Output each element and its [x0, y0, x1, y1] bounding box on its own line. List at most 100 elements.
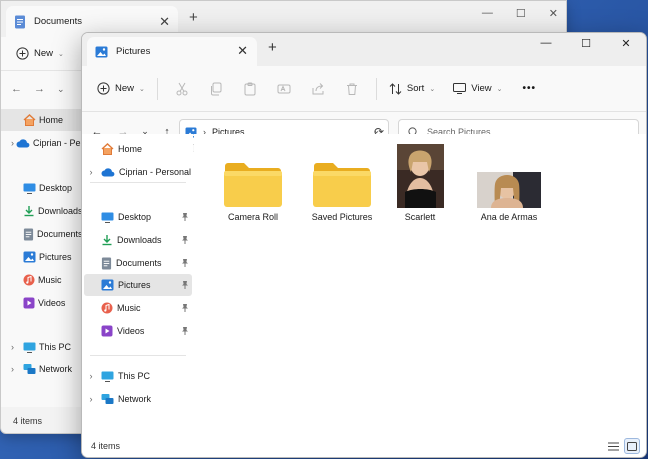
- explorer-window[interactable]: Pictures ✕ + — ☐ ✕ New ⌄ Sort ⌄ View ⌄ •…: [81, 32, 647, 458]
- expand-chevron-icon[interactable]: ›: [11, 138, 14, 148]
- more-options-icon: •••: [522, 83, 537, 94]
- share-icon[interactable]: [301, 75, 335, 103]
- sort-icon: [389, 82, 402, 95]
- image-thumbnail: [396, 144, 444, 208]
- nav-item-label: Music: [38, 275, 62, 285]
- new-button-label: New: [34, 48, 54, 59]
- nav-item-label: Videos: [38, 298, 66, 308]
- maximize-icon[interactable]: ☐: [566, 33, 606, 53]
- nav-item-label: Downloads: [38, 206, 83, 216]
- nav-item-home[interactable]: Home: [1, 109, 83, 131]
- nav-item-network[interactable]: › Network: [1, 358, 83, 380]
- nav-item-videos[interactable]: Videos: [84, 320, 192, 342]
- view-button[interactable]: View ⌄: [448, 75, 507, 103]
- nav-item-label: Network: [118, 394, 152, 404]
- nav-item-desktop[interactable]: Desktop: [1, 177, 83, 199]
- nav-item-label: This PC: [39, 342, 72, 352]
- pin-icon: [181, 235, 189, 246]
- expand-chevron-icon[interactable]: ›: [84, 394, 98, 404]
- nav-item-label: Music: [117, 303, 141, 313]
- chevron-down-icon: ⌄: [496, 85, 503, 93]
- tab-title: Pictures: [116, 46, 151, 57]
- videos-icon: [101, 325, 113, 337]
- nav-item-label: Pictures: [118, 280, 151, 290]
- window-controls: — ☐ ✕: [482, 7, 558, 20]
- nav-item-label: Desktop: [118, 212, 152, 222]
- paste-icon[interactable]: [233, 75, 267, 103]
- recent-chevron-icon[interactable]: ⌄: [57, 84, 65, 95]
- delete-icon[interactable]: [335, 75, 369, 103]
- minimize-icon[interactable]: —: [482, 7, 493, 20]
- nav-item-desktop[interactable]: Desktop: [84, 206, 192, 228]
- nav-item-videos[interactable]: Videos: [1, 292, 83, 314]
- back-arrow-icon[interactable]: ←: [11, 83, 22, 95]
- close-tab-icon[interactable]: ✕: [237, 44, 248, 57]
- nav-item-label: Home: [39, 115, 64, 125]
- file-name: Saved Pictures: [311, 212, 373, 222]
- new-tab-icon[interactable]: +: [189, 9, 198, 26]
- cut-icon[interactable]: [165, 75, 199, 103]
- nav-item-label: Downloads: [117, 235, 162, 245]
- minimize-icon[interactable]: —: [526, 33, 566, 53]
- network-icon: [101, 393, 114, 405]
- nav-item-label: Videos: [117, 326, 145, 336]
- see-more-button[interactable]: •••: [518, 75, 542, 103]
- this-pc-icon: [101, 371, 114, 382]
- chevron-down-icon: ⌄: [429, 85, 436, 93]
- nav-item-this-pc[interactable]: › This PC: [1, 336, 83, 358]
- image-file-item[interactable]: Scarlett: [378, 144, 462, 222]
- expand-chevron-icon[interactable]: ›: [84, 371, 98, 381]
- rename-icon[interactable]: [267, 75, 301, 103]
- folder-icon: [312, 144, 372, 208]
- nav-item-music[interactable]: Music: [1, 269, 83, 291]
- status-bar: 4 items: [82, 435, 646, 457]
- expand-chevron-icon[interactable]: ›: [84, 167, 98, 177]
- image-file-item[interactable]: Ana de Armas: [467, 144, 551, 222]
- nav-item-downloads[interactable]: Downloads: [84, 229, 192, 251]
- tab-pictures[interactable]: Pictures ✕: [87, 37, 257, 66]
- window-controls: — ☐ ✕: [526, 33, 646, 53]
- nav-item-ciprian-personal[interactable]: › Ciprian - Personal: [84, 161, 192, 183]
- pin-icon: [181, 212, 189, 223]
- pin-icon: [181, 303, 189, 314]
- details-view-icon[interactable]: [605, 438, 621, 454]
- sort-button[interactable]: Sort ⌄: [384, 75, 440, 103]
- file-list: Camera Roll Saved Pictures Scarlett Ana de …: [194, 134, 646, 437]
- close-tab-icon[interactable]: ✕: [159, 14, 170, 30]
- music-icon: [101, 302, 113, 314]
- maximize-icon[interactable]: ☐: [516, 7, 526, 20]
- nav-item-music[interactable]: Music: [84, 297, 192, 319]
- forward-arrow-icon[interactable]: →: [34, 83, 45, 95]
- folder-item[interactable]: Camera Roll: [211, 144, 295, 222]
- nav-item-network[interactable]: › Network: [84, 388, 192, 410]
- close-icon[interactable]: ✕: [549, 7, 558, 20]
- copy-icon[interactable]: [199, 75, 233, 103]
- status-item-count: 4 items: [91, 441, 121, 451]
- nav-item-home[interactable]: Home: [84, 138, 192, 160]
- sort-button-label: Sort: [406, 83, 425, 94]
- nav-item-label: Network: [39, 364, 73, 374]
- nav-item-downloads[interactable]: Downloads: [1, 200, 83, 222]
- view-button-label: View: [471, 83, 492, 94]
- expand-chevron-icon[interactable]: ›: [11, 364, 21, 374]
- view-icon: [453, 83, 467, 94]
- nav-item-ciprian-personal[interactable]: › Ciprian - Personal: [1, 132, 105, 154]
- large-icons-view-icon[interactable]: [624, 438, 640, 454]
- toolbar-divider: [375, 77, 377, 100]
- nav-item-this-pc[interactable]: › This PC: [84, 365, 192, 387]
- nav-item-pictures[interactable]: Pictures: [1, 246, 83, 268]
- new-button[interactable]: New ⌄: [16, 47, 64, 60]
- new-button[interactable]: New ⌄: [92, 75, 150, 103]
- nav-item-documents[interactable]: Documents: [1, 223, 83, 245]
- nav-item-documents[interactable]: Documents: [84, 252, 192, 274]
- expand-chevron-icon[interactable]: ›: [11, 342, 21, 352]
- close-icon[interactable]: ✕: [606, 33, 646, 53]
- nav-item-pictures[interactable]: Pictures: [84, 274, 192, 296]
- nav-item-label: Ciprian - Personal: [119, 167, 192, 177]
- new-tab-icon[interactable]: +: [268, 39, 277, 56]
- file-name: Camera Roll: [227, 212, 278, 222]
- folder-item[interactable]: Saved Pictures: [300, 144, 384, 222]
- nav-divider: [90, 182, 186, 183]
- nav-item-label: Documents: [37, 229, 83, 239]
- navigation-pane: Home › Ciprian - Personal Desktop Downloads D…: [1, 107, 105, 407]
